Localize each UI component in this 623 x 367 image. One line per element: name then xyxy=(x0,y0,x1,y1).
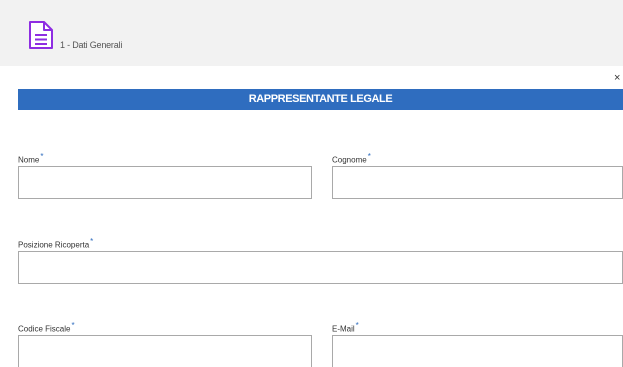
codice-fiscale-label-text: Codice Fiscale xyxy=(18,324,71,334)
cognome-input[interactable] xyxy=(332,166,623,199)
required-marker: * xyxy=(71,321,75,330)
cognome-label: Cognome* xyxy=(332,152,371,165)
email-label: E-Mail* xyxy=(332,321,359,334)
codice-fiscale-label: Codice Fiscale* xyxy=(18,321,75,334)
document-icon[interactable] xyxy=(28,20,54,50)
page: 1 - Dati Generali × RAPPRESENTANTE LEGAL… xyxy=(0,0,623,367)
section-title: RAPPRESENTANTE LEGALE xyxy=(18,89,623,110)
legal-representative-panel: × RAPPRESENTANTE LEGALE Nome* Cognome* P… xyxy=(10,66,623,367)
email-input[interactable] xyxy=(332,335,623,367)
required-marker: * xyxy=(355,321,359,330)
posizione-input[interactable] xyxy=(18,251,623,284)
nome-label-text: Nome xyxy=(18,155,40,165)
required-marker: * xyxy=(367,152,371,161)
step-bar: 1 - Dati Generali xyxy=(0,0,623,66)
step-label[interactable]: 1 - Dati Generali xyxy=(60,40,122,50)
close-icon[interactable]: × xyxy=(614,72,620,84)
required-marker: * xyxy=(40,152,44,161)
required-marker: * xyxy=(90,237,94,246)
codice-fiscale-input[interactable] xyxy=(18,335,312,367)
nome-label: Nome* xyxy=(18,152,43,165)
cognome-label-text: Cognome xyxy=(332,155,367,165)
posizione-label-text: Posizione Ricoperta xyxy=(18,240,90,250)
posizione-label: Posizione Ricoperta* xyxy=(18,237,93,250)
email-label-text: E-Mail xyxy=(332,324,355,334)
nome-input[interactable] xyxy=(18,166,312,199)
